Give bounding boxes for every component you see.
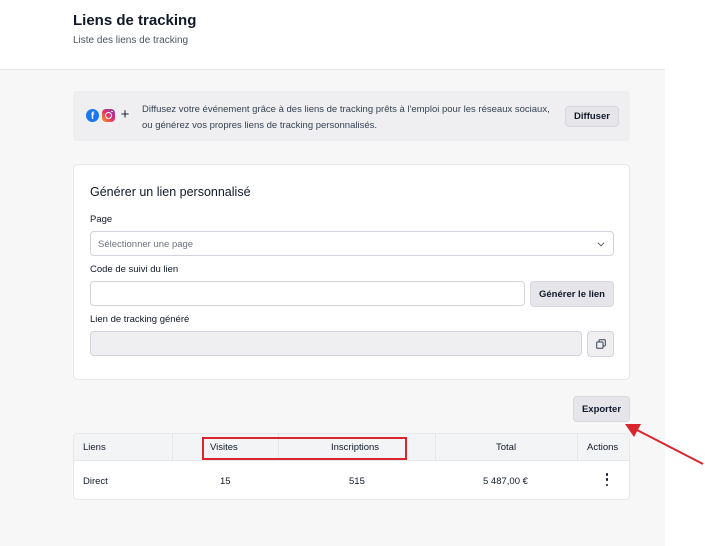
tracking-code-input[interactable] <box>90 281 525 306</box>
row-actions-menu-icon[interactable] <box>605 473 609 486</box>
column-divider <box>172 434 173 461</box>
share-banner: f + Diffusez votre événement grâce à des… <box>73 91 630 141</box>
copy-icon <box>596 339 606 349</box>
column-divider <box>577 434 578 461</box>
cell-liens: Direct <box>83 476 108 487</box>
plus-icon: + <box>120 106 130 123</box>
export-button[interactable]: Exporter <box>573 396 630 422</box>
column-header-total[interactable]: Total <box>496 442 516 453</box>
cell-visites: 15 <box>220 476 231 487</box>
cell-total: 5 487,00 € <box>483 476 528 487</box>
annotation-highlight-box <box>202 437 407 460</box>
cell-inscriptions: 515 <box>349 476 365 487</box>
column-header-liens[interactable]: Liens <box>83 442 106 453</box>
chevron-down-icon <box>597 239 605 247</box>
facebook-icon: f <box>86 108 99 122</box>
generated-link-label: Lien de tracking généré <box>90 314 190 325</box>
page-select-value: Sélectionner une page <box>98 239 194 250</box>
right-margin <box>665 0 705 546</box>
link-generator-card: Générer un lien personnalisé Page Sélect… <box>73 164 630 380</box>
column-header-actions: Actions <box>587 442 619 453</box>
page-subtitle: Liste des liens de tracking <box>73 35 189 46</box>
card-title: Générer un lien personnalisé <box>90 185 251 199</box>
instagram-icon <box>102 108 115 122</box>
generated-link-field <box>90 331 582 356</box>
share-banner-text: Diffusez votre événement grâce à des lie… <box>142 104 550 131</box>
page-header: Liens de tracking Liste des liens de tra… <box>0 0 665 70</box>
column-divider <box>435 434 436 461</box>
generate-link-button[interactable]: Générer le lien <box>530 281 614 307</box>
page-title: Liens de tracking <box>73 12 197 29</box>
diffuser-button[interactable]: Diffuser <box>565 106 619 127</box>
page-label: Page <box>90 214 113 225</box>
main-content: f + Diffusez votre événement grâce à des… <box>0 70 665 546</box>
social-icons: f + <box>86 106 132 123</box>
tracking-code-label: Code de suivi du lien <box>90 264 179 275</box>
page-select[interactable]: Sélectionner une page <box>90 231 614 256</box>
copy-link-button[interactable] <box>587 331 614 357</box>
